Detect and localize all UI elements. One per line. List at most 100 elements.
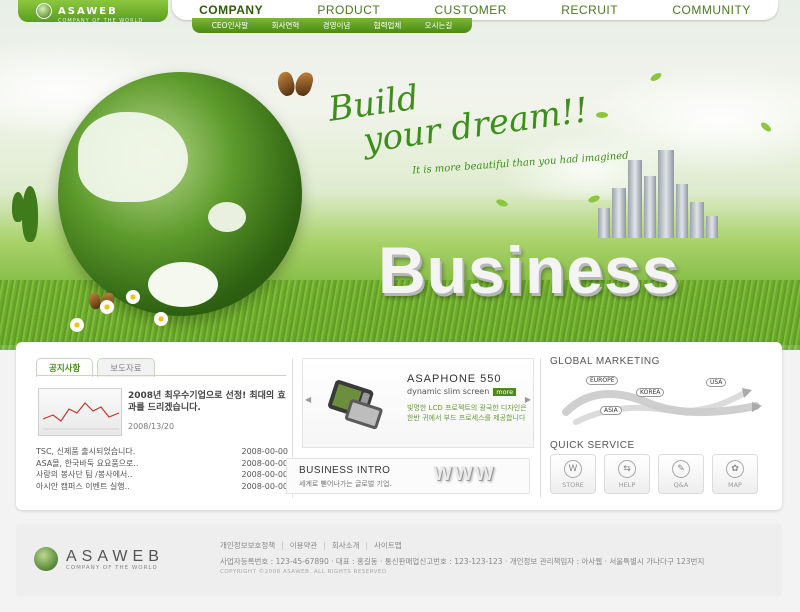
region-korea: KOREA	[636, 388, 665, 397]
notice-item-date: 2008-00-00	[241, 481, 289, 491]
hero-heading-line2: your dream!!	[360, 90, 591, 162]
hero-heading: Build your dream!!	[325, 56, 591, 163]
list-item[interactable]: ASA몰, 한국바둑 요요품으로.. 2008-00-00	[36, 458, 288, 470]
footer-links: 개인정보보호정책 이용약관 회사소개 사이트맵	[220, 540, 402, 551]
region-usa: USA	[706, 378, 727, 387]
sub-nav: CEO인사말 회사연혁 경영이념 협력업체 오시는길	[192, 18, 472, 33]
footer-link-sitemap[interactable]: 사이트맵	[359, 540, 402, 551]
list-item[interactable]: 사랑의 봉사단 팀 /봉사에서.. 2008-00-00	[36, 469, 288, 481]
logo-tagline: COMPANY OF THE WORLD	[58, 17, 144, 24]
footer-link-about[interactable]: 회사소개	[317, 540, 360, 551]
notice-featured-date: 2008/13/20	[128, 422, 175, 431]
subnav-partners[interactable]: 협력업체	[374, 20, 402, 31]
quick-service-title: QUICK SERVICE	[550, 440, 635, 451]
nav-company[interactable]: COMPANY	[199, 3, 263, 17]
list-item[interactable]: TSC, 신제품 출시되었습니다. 2008-00-00	[36, 446, 288, 458]
world-map[interactable]: EUROPE KOREA USA ASIA	[556, 372, 762, 432]
notice-item-date: 2008-00-00	[241, 447, 289, 456]
logo-brand: ASAWEB	[58, 5, 118, 17]
main-nav: COMPANY PRODUCT CUSTOMER RECRUIT COMMUNI…	[172, 0, 778, 20]
logo-globe-icon	[36, 3, 52, 19]
notice-item-text: 아시안 캠퍼스 이벤트 실행..	[36, 481, 130, 491]
footer-brand: ASAWEB	[66, 548, 164, 565]
content-panel: 공지사항 보도자료 2008년 최우수기업으로 선정! 최대의 효과를 드리겠습…	[16, 342, 782, 510]
city-buildings-image	[598, 148, 728, 238]
footer: ASAWEB COMPANY OF THE WORLD 개인정보보호정책 이용약…	[16, 524, 782, 596]
quick-qna-label: Q&A	[673, 480, 689, 489]
nav-community[interactable]: COMMUNITY	[672, 3, 751, 17]
hero-banner: Build your dream!! It is more beautiful …	[0, 0, 800, 350]
qna-icon: ✎	[672, 459, 690, 478]
footer-link-privacy[interactable]: 개인정보보호정책	[220, 540, 275, 551]
subnav-ceo-greeting[interactable]: CEO인사말	[212, 20, 249, 31]
hero-heading-line1: Build	[325, 77, 422, 130]
notice-item-text: 사랑의 봉사단 팀 /봉사에서..	[36, 470, 133, 479]
business-intro-subtitle: 세계로 뻗어나가는 글로벌 기업.	[299, 480, 392, 488]
butterfly-icon	[278, 72, 312, 102]
footer-copyright: COPYRIGHT ©2008 ASAWEB. ALL RIGHTS RESER…	[220, 569, 387, 575]
notice-item-date: 2008-00-00	[241, 470, 289, 479]
flower-decoration	[154, 312, 168, 326]
globe-image	[58, 72, 302, 316]
subnav-history[interactable]: 회사연혁	[272, 20, 300, 31]
store-icon: W	[564, 459, 582, 478]
nav-recruit[interactable]: RECRUIT	[561, 3, 618, 17]
subnav-directions[interactable]: 오시는길	[425, 20, 453, 31]
quick-store-button[interactable]: W STORE	[550, 454, 596, 494]
phone-image	[328, 380, 383, 430]
quick-help-button[interactable]: ⇆ HELP	[604, 454, 650, 494]
nav-product[interactable]: PRODUCT	[317, 3, 380, 17]
nav-customer[interactable]: CUSTOMER	[435, 3, 507, 17]
product-description: 빛명한 LCD 프로젝트의 광국한 디자인은 한반 귀에서 부드 프로세스를 제…	[407, 404, 527, 422]
notice-item-text: ASA몰, 한국바둑 요요품으로..	[36, 458, 139, 468]
prev-arrow-icon[interactable]: ◀	[305, 395, 311, 404]
quick-store-label: STORE	[562, 480, 584, 489]
tab-divider	[36, 375, 286, 376]
footer-logo[interactable]: ASAWEB COMPANY OF THE WORLD	[34, 546, 164, 571]
footer-tagline: COMPANY OF THE WORLD	[66, 565, 158, 571]
more-badge[interactable]: more	[493, 388, 517, 396]
footer-globe-icon	[34, 546, 58, 571]
notice-thumbnail[interactable]	[38, 388, 122, 436]
hero-tagline: It is more beautiful than you had imagin…	[411, 150, 629, 177]
tree-decoration	[22, 186, 38, 242]
quick-map-button[interactable]: ✿ MAP	[712, 454, 758, 494]
leaf-decoration	[649, 71, 663, 83]
hero-big-word: Business	[378, 233, 680, 307]
product-subtitle: dynamic slim screen more	[407, 387, 517, 396]
product-promo[interactable]: ◀ ▶ ASAPHONE 550 dynamic slim screen more…	[302, 358, 534, 448]
quick-help-label: HELP	[618, 480, 636, 489]
leaf-decoration	[495, 198, 509, 208]
www-graphic: WWW	[433, 463, 496, 485]
help-icon: ⇆	[618, 459, 636, 478]
business-intro-title: BUSINESS INTRO	[299, 465, 391, 476]
flower-decoration	[100, 300, 114, 314]
flower-decoration	[70, 318, 84, 332]
notice-list: TSC, 신제품 출시되었습니다. 2008-00-00 ASA몰, 한국바둑 요…	[36, 446, 288, 492]
column-divider	[540, 358, 541, 498]
subnav-philosophy[interactable]: 경영이념	[323, 20, 351, 31]
leaf-decoration	[596, 112, 608, 118]
quick-qna-button[interactable]: ✎ Q&A	[658, 454, 704, 494]
quick-service-list: W STORE ⇆ HELP ✎ Q&A ✿ MAP	[550, 454, 758, 494]
business-intro-banner[interactable]: BUSINESS INTRO 세계로 뻗어나가는 글로벌 기업. WWW	[286, 458, 530, 494]
global-marketing-title: GLOBAL MARKETING	[550, 356, 660, 367]
header-logo[interactable]: ASAWEB COMPANY OF THE WORLD	[18, 0, 168, 24]
notice-item-date: 2008-00-00	[241, 458, 289, 468]
tree-decoration	[12, 192, 24, 222]
notice-item-text: TSC, 신제품 출시되었습니다.	[36, 447, 136, 456]
flower-decoration	[126, 290, 140, 304]
grass-decoration	[0, 280, 800, 350]
region-asia: ASIA	[600, 406, 622, 415]
map-icon: ✿	[726, 459, 744, 478]
footer-company-info: 사업자등록번호 : 123-45-67890 · 대표 : 홍길동 · 통신판매…	[220, 557, 705, 566]
list-item[interactable]: 아시안 캠퍼스 이벤트 실행.. 2008-00-00	[36, 481, 288, 493]
leaf-decoration	[587, 194, 601, 204]
quick-map-label: MAP	[728, 480, 742, 489]
butterfly-icon	[89, 293, 113, 314]
footer-link-terms[interactable]: 이용약관	[275, 540, 318, 551]
product-name: ASAPHONE 550	[407, 373, 502, 385]
clouds-decoration	[0, 20, 800, 200]
product-subtitle-text: dynamic slim screen	[407, 387, 490, 396]
notice-featured-title[interactable]: 2008년 최우수기업으로 선정! 최대의 효과를 드리겠습니다.	[128, 390, 288, 414]
